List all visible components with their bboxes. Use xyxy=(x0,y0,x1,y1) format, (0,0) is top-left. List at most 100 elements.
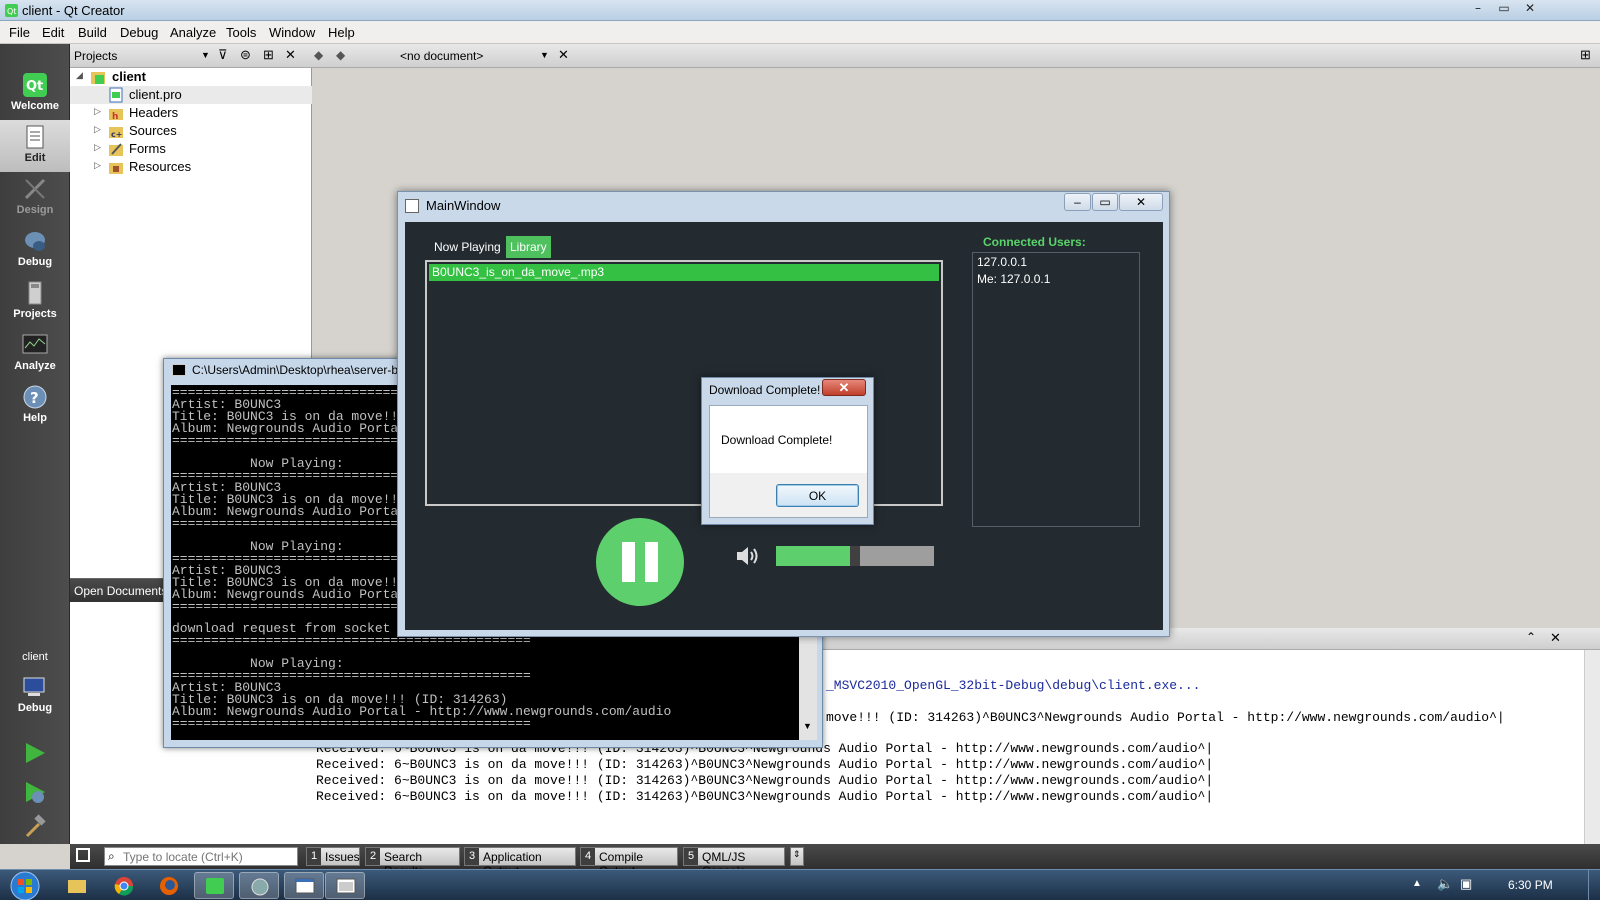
locator[interactable]: ⌕ xyxy=(104,847,298,866)
maximize-output-icon[interactable]: ⌃ xyxy=(1526,630,1536,644)
dialog-body: Download Complete! OK xyxy=(709,405,868,518)
collapsed-arrow-icon[interactable]: ▷ xyxy=(94,142,101,153)
editor-toolbar: ◆ ◆ <no document> ▼ ✕ ⊞ xyxy=(312,44,1600,68)
filter-icon[interactable]: ⊽ xyxy=(218,47,228,63)
document-selector[interactable]: <no document> xyxy=(400,49,483,63)
pane-button-compile-output[interactable]: 4 Compile Output xyxy=(580,847,678,878)
split-icon[interactable]: ⊞ xyxy=(263,47,274,63)
close-icon[interactable]: ✕ xyxy=(285,47,296,63)
menu-debug[interactable]: Debug xyxy=(120,25,158,40)
expanded-arrow-icon[interactable]: ◢ xyxy=(76,70,83,81)
build-hammer-icon[interactable] xyxy=(22,814,48,840)
chevron-down-icon[interactable]: ▼ xyxy=(540,50,549,60)
target-selector[interactable]: Debug xyxy=(0,670,70,722)
back-arrow-icon[interactable]: ◆ xyxy=(314,48,323,62)
menu-edit[interactable]: Edit xyxy=(42,25,64,40)
volume-handle[interactable] xyxy=(850,546,860,566)
maximize-button[interactable]: ▭ xyxy=(1092,193,1118,211)
pane-button-application-output[interactable]: 3 Application Output xyxy=(464,847,576,878)
pane-number: 3 xyxy=(465,848,479,865)
sync-link-icon[interactable]: ⊜ xyxy=(240,47,251,63)
taskbar-mainwindow[interactable] xyxy=(325,872,365,899)
taskbar-qtcreator[interactable] xyxy=(194,872,234,899)
scroll-down-icon[interactable]: ▼ xyxy=(803,721,812,731)
console-window-icon xyxy=(295,878,315,894)
show-desktop-button[interactable] xyxy=(1588,870,1600,900)
menu-window[interactable]: Window xyxy=(269,25,315,40)
pause-icon xyxy=(645,542,658,582)
more-panes-button[interactable]: ⇕ xyxy=(790,847,804,866)
mode-projects[interactable]: Projects xyxy=(0,276,70,328)
clock[interactable]: 6:30 PM xyxy=(1508,878,1553,892)
tree-label: Forms xyxy=(129,141,166,156)
volume-slider[interactable] xyxy=(776,546,934,566)
menu-tools[interactable]: Tools xyxy=(226,25,256,40)
tray-up-arrow-icon[interactable]: ▲ xyxy=(1412,878,1422,889)
mode-help[interactable]: ? Help xyxy=(0,380,70,432)
chevron-down-icon[interactable]: ▼ xyxy=(201,50,210,60)
close-button[interactable]: ✕ xyxy=(1119,193,1163,211)
speaker-icon[interactable]: 🔈 xyxy=(1437,876,1453,892)
menu-build[interactable]: Build xyxy=(78,25,107,40)
output-scrollbar[interactable] xyxy=(1584,650,1600,845)
taskbar-explorer[interactable] xyxy=(57,872,97,899)
title-bar: Qt client - Qt Creator – ▭ ✕ xyxy=(0,0,1600,21)
collapsed-arrow-icon[interactable]: ▷ xyxy=(94,106,101,117)
debug-run-icon[interactable] xyxy=(22,779,48,805)
tab-library[interactable]: Library xyxy=(506,236,551,258)
volume-fill xyxy=(776,546,850,566)
menu-file[interactable]: File xyxy=(9,25,30,40)
download-complete-dialog[interactable]: Download Complete! ✕ Download Complete! … xyxy=(701,377,874,525)
minimize-button[interactable]: – xyxy=(1064,193,1091,211)
pane-number: 2 xyxy=(366,848,380,865)
dialog-close-button[interactable]: ✕ xyxy=(822,379,866,396)
tree-project-root[interactable]: ◢ client xyxy=(70,68,312,86)
tree-item-headers[interactable]: ▷ h Headers xyxy=(70,104,312,122)
list-item[interactable]: B0UNC3_is_on_da_move_.mp3 xyxy=(429,264,939,281)
run-icon[interactable] xyxy=(22,740,48,766)
split-editor-icon[interactable]: ⊞ xyxy=(1580,47,1591,63)
taskbar-firefox[interactable] xyxy=(149,872,189,899)
network-icon[interactable]: ▣ xyxy=(1460,876,1472,892)
collapsed-arrow-icon[interactable]: ▷ xyxy=(94,160,101,171)
start-button-icon[interactable] xyxy=(6,870,44,900)
tree-item-client-pro[interactable]: client.pro xyxy=(70,86,312,104)
pause-button[interactable] xyxy=(596,518,684,606)
forward-arrow-icon[interactable]: ◆ xyxy=(336,48,345,62)
projects-icon xyxy=(28,281,42,305)
tree-item-sources[interactable]: ▷ c+ Sources xyxy=(70,122,312,140)
close-output-icon[interactable]: ✕ xyxy=(1550,630,1561,646)
svg-text:Qt: Qt xyxy=(26,79,43,94)
dialog-message: Download Complete! xyxy=(721,433,833,447)
taskbar-console[interactable] xyxy=(284,872,324,899)
menu-analyze[interactable]: Analyze xyxy=(170,25,216,40)
taskbar-app[interactable] xyxy=(239,872,279,899)
pane-button-search-results[interactable]: 2 Search Results xyxy=(365,847,460,878)
close-button[interactable]: ✕ xyxy=(1518,1,1542,17)
locator-input[interactable] xyxy=(123,850,293,864)
connected-users-list[interactable]: 127.0.0.1 Me: 127.0.0.1 xyxy=(972,252,1140,527)
menu-help[interactable]: Help xyxy=(328,25,355,40)
pane-button-issues[interactable]: 1 Issues xyxy=(306,847,360,866)
mode-analyze[interactable]: Analyze xyxy=(0,328,70,380)
ok-button[interactable]: OK xyxy=(776,484,859,507)
collapsed-arrow-icon[interactable]: ▷ xyxy=(94,124,101,135)
mode-label: Design xyxy=(16,204,54,216)
tree-item-resources[interactable]: ▷ Resources xyxy=(70,158,312,176)
toggle-sidebar-icon[interactable] xyxy=(76,848,90,862)
maximize-button[interactable]: ▭ xyxy=(1492,1,1516,17)
pause-icon xyxy=(622,542,635,582)
mode-design[interactable]: Design xyxy=(0,172,70,224)
mode-debug[interactable]: Debug xyxy=(0,224,70,276)
close-document-icon[interactable]: ✕ xyxy=(558,47,569,63)
minimize-button[interactable]: – xyxy=(1466,1,1490,17)
pane-button-qml-console[interactable]: 5 QML/JS Console xyxy=(683,847,785,878)
mode-welcome[interactable]: Qt Welcome xyxy=(0,68,70,120)
tree-item-forms[interactable]: ▷ Forms xyxy=(70,140,312,158)
taskbar-chrome[interactable] xyxy=(104,872,144,899)
tree-label: client.pro xyxy=(129,87,182,102)
volume-icon[interactable] xyxy=(735,545,759,567)
qt-logo-icon: Qt xyxy=(23,73,47,97)
mode-edit[interactable]: Edit xyxy=(0,120,70,172)
tab-now-playing[interactable]: Now Playing xyxy=(430,236,505,258)
